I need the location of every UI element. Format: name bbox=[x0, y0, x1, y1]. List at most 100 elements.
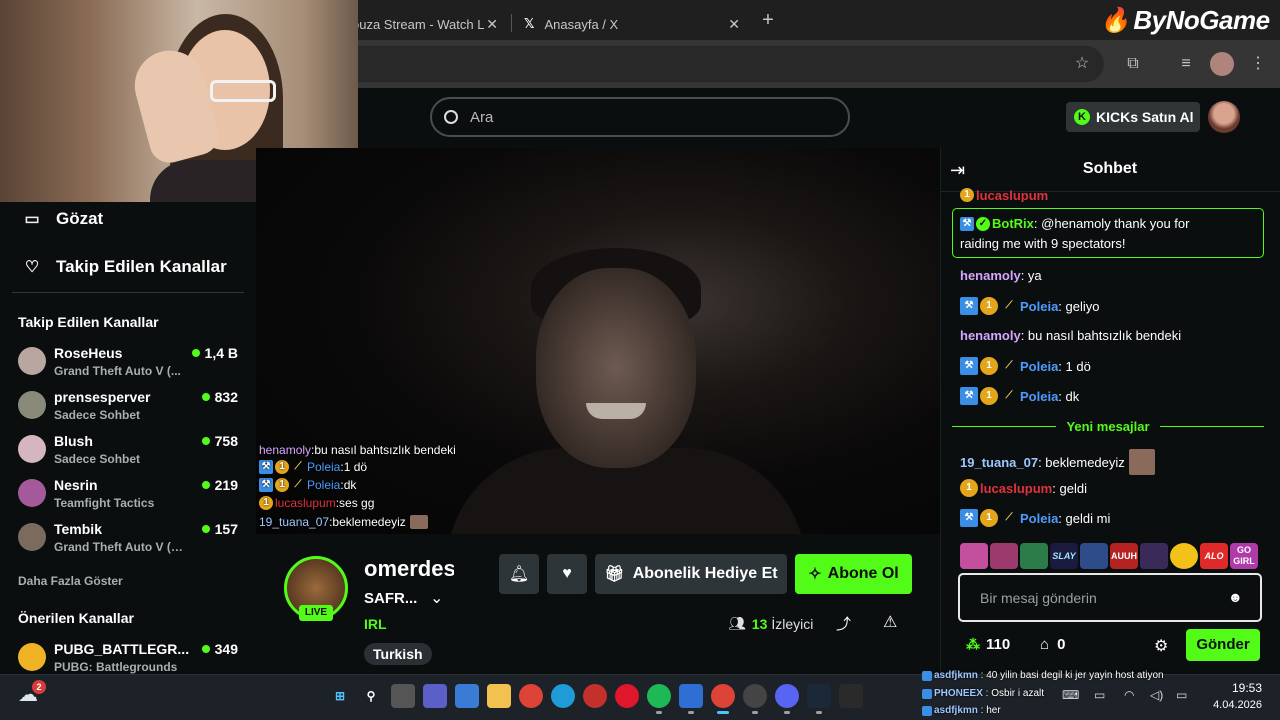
store-app-icon[interactable] bbox=[455, 684, 479, 708]
epic-games-icon[interactable] bbox=[839, 684, 863, 708]
new-tab-button[interactable]: + bbox=[758, 8, 778, 32]
youtube-icon[interactable] bbox=[583, 684, 607, 708]
channel-avatar bbox=[18, 523, 46, 551]
send-button[interactable]: Gönder bbox=[1186, 629, 1260, 661]
chrome-icon[interactable] bbox=[711, 684, 735, 708]
volume-icon[interactable]: ◁) bbox=[1150, 688, 1163, 702]
tab-kick-stream[interactable]: ouza Stream - Watch L ✕ bbox=[340, 8, 510, 40]
overlay-chat-line: 19_tuana_07: beklemedeyiz bbox=[259, 515, 430, 529]
channel-avatar bbox=[18, 347, 46, 375]
start-menu-icon[interactable]: ⊞ bbox=[328, 684, 352, 708]
followed-channel-item[interactable]: RoseHeus Grand Theft Auto V (... 1,4 B bbox=[18, 345, 240, 385]
collapse-chat-icon[interactable]: ⇥ bbox=[950, 160, 965, 181]
discord-icon[interactable] bbox=[775, 684, 799, 708]
chat-input[interactable] bbox=[980, 589, 1220, 606]
channel-category: Sadece Sohbet bbox=[54, 452, 141, 466]
streamer-name[interactable]: omerdes bbox=[364, 556, 454, 582]
teams-icon[interactable] bbox=[423, 684, 447, 708]
chrome-icon[interactable] bbox=[519, 684, 543, 708]
followed-channel-item[interactable]: prensesperver Sadece Sohbet 832 bbox=[18, 389, 240, 429]
recommended-channel-item[interactable]: PUBG_BATTLEGR... PUBG: Battlegrounds 349 bbox=[18, 641, 240, 674]
chat-user[interactable]: henamoly bbox=[960, 268, 1021, 283]
notifications-button[interactable]: 🔔︎ bbox=[499, 554, 539, 594]
channel-name: PUBG_BATTLEGR... bbox=[54, 641, 190, 657]
browser-profile-avatar[interactable] bbox=[1210, 52, 1234, 76]
emote-button[interactable]: AUUH bbox=[1110, 543, 1138, 569]
address-bar[interactable] bbox=[300, 46, 1104, 82]
search-icon[interactable]: ⚲ bbox=[359, 684, 383, 708]
wifi-icon[interactable]: ◠ bbox=[1124, 688, 1134, 702]
stream-category[interactable]: IRL bbox=[364, 616, 387, 632]
emote-button[interactable]: SLAY bbox=[1050, 543, 1078, 569]
channel-category: Grand Theft Auto V (... bbox=[54, 364, 181, 378]
chat-user[interactable]: Poleia bbox=[1020, 359, 1058, 374]
search-bar[interactable] bbox=[430, 97, 850, 137]
emote-button[interactable] bbox=[960, 543, 988, 569]
followed-channel-item[interactable]: Tembik Grand Theft Auto V (G... 157 bbox=[18, 521, 240, 561]
gear-icon[interactable]: ⚙ bbox=[1154, 636, 1168, 656]
report-warning-icon[interactable]: ⚠ bbox=[883, 612, 901, 631]
chat-user[interactable]: Poleia bbox=[1020, 511, 1058, 526]
chat-input-box[interactable] bbox=[958, 573, 1262, 622]
search-input[interactable] bbox=[470, 108, 830, 126]
bookmark-star-icon[interactable]: ☆ bbox=[1070, 52, 1094, 76]
video-player[interactable] bbox=[256, 148, 940, 534]
keyboard-icon[interactable]: ⌨ bbox=[1062, 688, 1079, 702]
media-control-icon[interactable]: ≡ bbox=[1174, 52, 1198, 76]
buy-kicks-button[interactable]: K KICKs Satın Al bbox=[1066, 102, 1200, 132]
chat-user[interactable]: henamoly bbox=[960, 328, 1021, 343]
followed-channel-item[interactable]: Blush Sadece Sohbet 758 bbox=[18, 433, 240, 473]
battery-icon[interactable]: ▭ bbox=[1176, 688, 1187, 702]
display-icon[interactable]: ▭ bbox=[1094, 688, 1105, 702]
emote-button[interactable] bbox=[1140, 543, 1168, 569]
steam-icon[interactable] bbox=[807, 684, 831, 708]
new-messages-divider[interactable]: Yeni mesajlar bbox=[952, 418, 1264, 434]
emote-button[interactable] bbox=[1020, 543, 1048, 569]
gift-subscription-button[interactable]: 🎁︎ Abonelik Hediye Et bbox=[595, 554, 787, 594]
extensions-icon[interactable]: ⧉ bbox=[1121, 52, 1145, 76]
user-avatar[interactable] bbox=[1208, 101, 1240, 133]
emote-button[interactable]: ALO bbox=[1200, 543, 1228, 569]
bone-badge-icon: ⟋ bbox=[1005, 360, 1013, 371]
chat-user: lucaslupum bbox=[275, 496, 336, 510]
show-more-link[interactable]: Daha Fazla Göster bbox=[18, 574, 123, 588]
followed-channel-item[interactable]: Nesrin Teamfight Tactics 219 bbox=[18, 477, 240, 517]
nav-following[interactable]: ♡ Takip Edilen Kanallar bbox=[22, 257, 227, 277]
task-view-icon[interactable] bbox=[391, 684, 415, 708]
edge-icon[interactable] bbox=[551, 684, 575, 708]
close-icon[interactable]: ✕ bbox=[486, 16, 498, 33]
app-icon[interactable] bbox=[679, 684, 703, 708]
app-icon[interactable] bbox=[743, 684, 767, 708]
emoji-picker-icon[interactable]: ☻ bbox=[1228, 589, 1244, 605]
nav-browse[interactable]: ▭ Gözat bbox=[22, 209, 103, 229]
subscribe-button[interactable]: ✧ Abone Ol bbox=[795, 554, 912, 594]
emote-button[interactable] bbox=[1170, 543, 1198, 569]
chat-user[interactable]: lucaslupum bbox=[976, 188, 1048, 202]
close-icon[interactable]: ✕ bbox=[728, 16, 740, 33]
chat-user[interactable]: lucaslupum bbox=[980, 481, 1052, 496]
spotify-icon[interactable] bbox=[647, 684, 671, 708]
emote-button[interactable]: GO GIRL bbox=[1230, 543, 1258, 569]
channel-points[interactable]: ⁂ 110 bbox=[966, 636, 1010, 653]
more-menu-icon[interactable]: ⋮ bbox=[1246, 52, 1270, 76]
opera-icon[interactable] bbox=[615, 684, 639, 708]
chat-user[interactable]: Poleia bbox=[1020, 389, 1058, 404]
chat-text: dk bbox=[343, 478, 357, 492]
chat-user[interactable]: Poleia bbox=[1020, 299, 1058, 314]
viewer-count: 157 bbox=[214, 521, 238, 537]
channel-viewers: 758 bbox=[201, 433, 238, 449]
emote-button[interactable] bbox=[1080, 543, 1108, 569]
points-value: 110 bbox=[986, 636, 1011, 653]
kicks-balance[interactable]: ⌂ 0 bbox=[1040, 636, 1065, 653]
clock-time[interactable]: 19:53 bbox=[1218, 681, 1262, 695]
follow-button[interactable]: ♥ bbox=[547, 554, 587, 594]
share-icon[interactable]: ⤴ bbox=[836, 613, 854, 633]
emote-button[interactable] bbox=[990, 543, 1018, 569]
stream-tag[interactable]: Turkish bbox=[364, 643, 432, 665]
chat-user[interactable]: 19_tuana_07 bbox=[960, 455, 1038, 470]
clock-date[interactable]: 4.04.2026 bbox=[1200, 699, 1262, 711]
tab-x-home[interactable]: 𝕏 Anasayfa / X ✕ bbox=[512, 8, 752, 40]
chat-user[interactable]: BotRix bbox=[992, 216, 1034, 231]
chevron-down-icon[interactable]: ⌄ bbox=[430, 588, 443, 608]
file-explorer-icon[interactable] bbox=[487, 684, 511, 708]
